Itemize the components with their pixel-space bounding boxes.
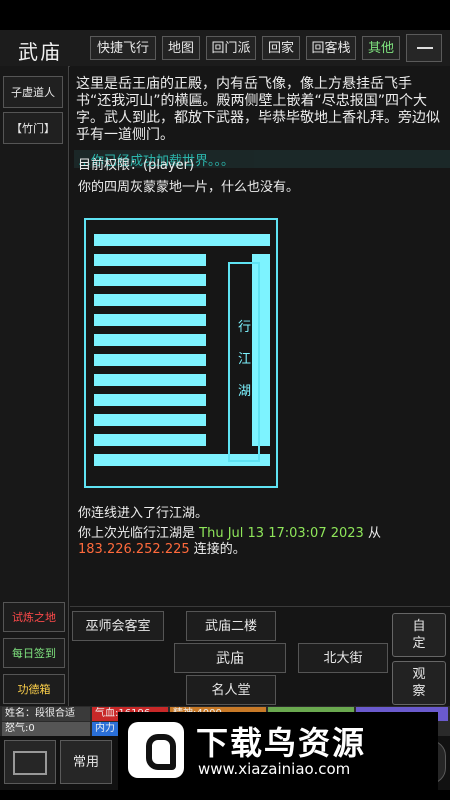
logo-bar	[94, 294, 206, 306]
trial-button[interactable]: 试炼之地	[3, 602, 65, 632]
from-text: 从	[367, 526, 381, 541]
logo-char: 湖	[238, 384, 252, 399]
conn-text: 连接的。	[193, 542, 246, 557]
custom-label-1: 自	[412, 619, 426, 634]
common-button[interactable]: 常用	[60, 740, 112, 784]
logo-bar	[94, 274, 206, 286]
quick-fly-button[interactable]: 快捷飞行	[90, 36, 156, 60]
login-ip: 183.226.252.225	[78, 542, 190, 557]
logo-bar	[94, 234, 270, 246]
logo-bar	[94, 334, 206, 346]
return-sect-button[interactable]: 回门派	[206, 36, 256, 60]
logo-bar	[94, 254, 206, 266]
ascii-logo: 行 江 湖	[84, 218, 278, 488]
watermark-url: www.xiazainiao.com	[198, 760, 351, 778]
permission-text: 目前权限：(player)	[78, 158, 195, 173]
connect-text: 你连线进入了行江湖。	[78, 506, 209, 521]
exit-east-button[interactable]: 北大街	[298, 643, 388, 673]
room-description: 这里是岳王庙的正殿，内有岳飞像，像上方悬挂岳飞手书“还我河山”的横匾。殿两侧壁上…	[76, 76, 440, 143]
bamboo-door-button[interactable]: 【竹门】	[3, 112, 63, 144]
logo-char: 江	[238, 352, 252, 367]
merit-box-button[interactable]: 功德箱	[3, 674, 65, 704]
watermark-title: 下载鸟资源	[196, 724, 367, 762]
header: 武庙 快捷飞行 地图 回门派 回家 回客栈 其他	[0, 30, 450, 67]
logo-bar	[94, 394, 206, 406]
watermark: 下载鸟资源 www.xiazainiao.com	[118, 712, 438, 790]
menu-button[interactable]	[406, 34, 442, 62]
custom-label-2: 定	[412, 636, 426, 651]
logo-bar	[94, 314, 206, 326]
exit-up-button[interactable]: 武庙二楼	[186, 611, 276, 641]
anger-bar: 怒气:0	[2, 722, 90, 736]
status-bar	[0, 0, 450, 30]
return-inn-button[interactable]: 回客栈	[306, 36, 356, 60]
home-bar	[0, 790, 450, 800]
observe-label-1: 观	[412, 667, 426, 682]
custom-button[interactable]: 自 定	[392, 613, 446, 657]
go-home-button[interactable]: 回家	[262, 36, 300, 60]
command-button[interactable]	[4, 740, 56, 784]
watermark-logo-icon	[128, 722, 184, 778]
logo-bar	[94, 434, 206, 446]
terminal-icon	[13, 751, 47, 775]
left-sidebar: 子虚道人 【竹门】 试炼之地 每日签到 功德箱	[0, 66, 69, 706]
char-name: 姓名：段很合适	[2, 707, 90, 721]
observe-button[interactable]: 观 察	[392, 661, 446, 705]
exit-down-button[interactable]: 名人堂	[186, 675, 276, 705]
logo-bar	[94, 374, 206, 386]
exit-west-button[interactable]: 巫师会客室	[72, 611, 164, 641]
current-room-button[interactable]: 武庙	[174, 643, 286, 673]
logo-bar	[94, 414, 206, 426]
npc-button[interactable]: 子虚道人	[3, 76, 63, 108]
ip-line: 183.226.252.225 连接的。	[78, 538, 246, 557]
exits-panel: 巫师会客室 武庙二楼 武庙 北大街 名人堂 自 定 观 察	[70, 606, 450, 707]
message-panel: 这里是岳王庙的正殿，内有岳飞像，像上方悬挂岳飞手书“还我河山”的横匾。殿两侧壁上…	[70, 66, 450, 606]
logo-bar	[94, 354, 206, 366]
page-title: 武庙	[18, 40, 62, 64]
logo-char: 行	[238, 320, 252, 335]
observe-label-2: 察	[412, 684, 426, 699]
map-button[interactable]: 地图	[162, 36, 200, 60]
daily-signin-button[interactable]: 每日签到	[3, 638, 65, 668]
other-button[interactable]: 其他	[362, 36, 400, 60]
fog-text: 你的四周灰蒙蒙地一片，什么也没有。	[78, 180, 300, 195]
menu-icon	[417, 47, 433, 49]
